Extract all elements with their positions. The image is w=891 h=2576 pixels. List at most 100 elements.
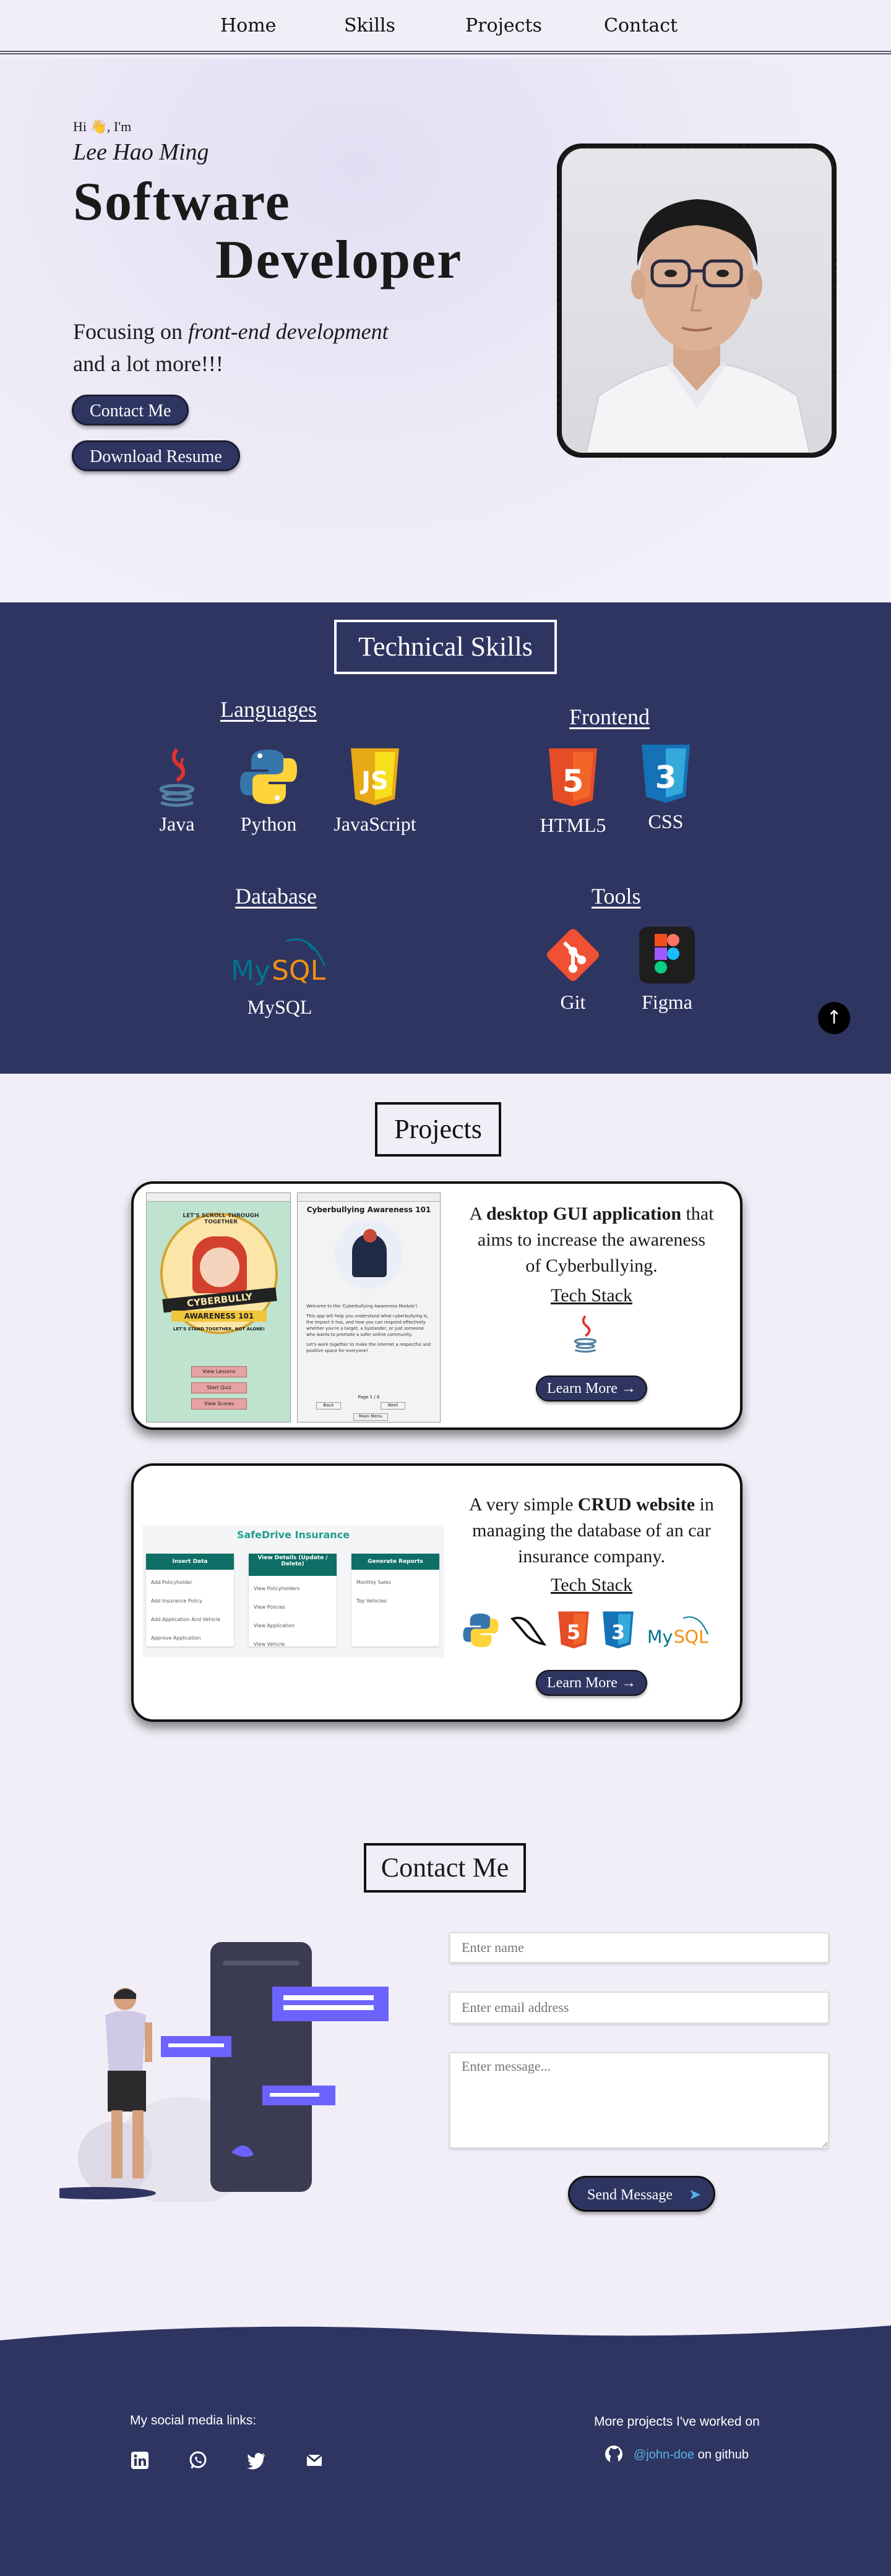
project-screenshot-safedrive: SafeDrive Insurance Insert Data Add Poli… (142, 1525, 444, 1658)
project-card-cyberbullying: LET'S SCROLL THROUGH TOGETHER CYBERBULLY… (131, 1181, 742, 1430)
project-description: A desktop GUI application that aims to i… (468, 1201, 715, 1279)
hero-title-line2: Developer (215, 230, 463, 290)
safedrive-title: SafeDrive Insurance (236, 1529, 350, 1541)
message-textarea[interactable] (449, 2052, 829, 2149)
lesson-title: Cyberbullying Awareness 101 (306, 1205, 431, 1214)
view-lessons-button: View Lessons (191, 1366, 247, 1377)
svg-text:5: 5 (567, 1622, 580, 1644)
github-link[interactable]: @john-doe on github (634, 2448, 749, 2462)
github-icon[interactable] (604, 2444, 624, 2464)
start-quiz-button: Start Quiz (191, 1382, 247, 1393)
html5-icon: 5 (558, 1611, 589, 1649)
mysql-icon: My SQL (227, 929, 332, 991)
poster-main2: AWARENESS 101 (171, 1311, 267, 1322)
nav-home-link[interactable]: Home (220, 15, 276, 36)
send-label: Send Message (587, 2187, 673, 2203)
git-icon (542, 924, 604, 986)
nav-contact-link[interactable]: Contact (604, 15, 678, 36)
contact-me-button[interactable]: Contact Me (72, 395, 189, 426)
category-database: Database (235, 884, 317, 909)
lesson-page: Page 1 / 6 (358, 1395, 380, 1400)
col-row: Add Application And Vehicle (151, 1617, 221, 1622)
col-row: Approve Application (151, 1635, 201, 1641)
learn-more-button[interactable]: Learn More → (536, 1376, 647, 1401)
lesson-body1: This app will help you understand what c… (306, 1314, 429, 1337)
flask-icon (510, 1616, 547, 1646)
send-message-button[interactable]: Send Message ➤ (568, 2176, 716, 2212)
skill-mysql: My SQL MySQL (218, 929, 342, 1019)
skill-label: CSS (648, 810, 684, 832)
name-input[interactable] (449, 1932, 829, 1963)
skills-section: Technical Skills Languages Frontend Data… (0, 602, 891, 1074)
col-head: View Details (Update / Delete) (249, 1554, 337, 1576)
col-row: Add Insurance Policy (151, 1598, 202, 1604)
svg-text:5: 5 (562, 763, 584, 799)
twitter-icon[interactable] (246, 2450, 266, 2470)
java-icon (146, 746, 208, 808)
tech-stack-icons: 5 3 My SQL (462, 1608, 721, 1653)
arrow-up-icon: ↑ (826, 1007, 842, 1029)
lesson-welcome: Welcome to the 'Cyberbullying Awareness … (306, 1304, 418, 1309)
download-resume-button[interactable]: Download Resume (72, 440, 240, 471)
desc-prefix: A very simple (469, 1494, 578, 1515)
col-row: Top Vehicles (356, 1598, 387, 1604)
col-row: View Policies (254, 1604, 286, 1610)
contact-illustration (37, 1942, 394, 2208)
html5-icon: 5 (542, 747, 604, 809)
skill-figma: Figma (605, 924, 729, 1014)
poster-sub: LET'S STAND TOGETHER, NOT ALONE! (173, 1327, 265, 1332)
col-insert: Insert Data Add Policyholder Add Insuran… (146, 1554, 234, 1646)
nav-projects-link[interactable]: Projects (465, 15, 542, 36)
col-row: View Application (254, 1623, 295, 1628)
linkedin-icon[interactable] (130, 2450, 150, 2470)
css3-icon: 3 (603, 1611, 634, 1649)
scroll-top-button[interactable]: ↑ (818, 1002, 850, 1034)
category-frontend: Frontend (569, 704, 650, 729)
view-scores-button: View Scores (191, 1398, 247, 1410)
email-icon[interactable] (304, 2450, 324, 2470)
focus-suffix: and a lot more!!! (73, 351, 223, 376)
python-icon (463, 1613, 499, 1648)
whatsapp-icon[interactable] (188, 2450, 208, 2470)
tech-stack-label: Tech Stack (550, 1575, 632, 1595)
svg-text:3: 3 (655, 760, 677, 795)
col-head: Generate Reports (351, 1554, 439, 1570)
poster-top-text: LET'S SCROLL THROUGH TOGETHER (183, 1213, 259, 1225)
project-screenshot-lesson: Cyberbullying Awareness 101 Welcome to t… (297, 1192, 441, 1423)
lesson-main-menu-button: Main Menu (353, 1413, 388, 1421)
top-nav: Home Skills Projects Contact (0, 0, 891, 54)
python-icon (238, 746, 299, 808)
javascript-icon: JS (344, 746, 406, 808)
java-icon (567, 1314, 604, 1353)
lesson-body2: Let's work together to make the internet… (306, 1342, 431, 1353)
hero-focus-text: Focusing on front-end development and a … (73, 315, 506, 380)
focus-emphasis: front-end development (188, 319, 389, 344)
desc-bold: CRUD website (577, 1494, 695, 1515)
email-input[interactable] (449, 1992, 829, 2024)
hero-greeting: Hi 👋, I'm (73, 119, 132, 134)
github-suffix: on github (694, 2448, 749, 2462)
col-row: Add Policyholder (151, 1580, 192, 1585)
send-icon: ➤ (688, 2186, 702, 2203)
skill-label: JavaScript (334, 813, 416, 835)
col-reports: Generate Reports Monthly Sales Top Vehic… (351, 1554, 439, 1646)
category-languages: Languages (220, 697, 317, 722)
hero-name: Lee Hao Ming (73, 139, 209, 165)
desc-bold: desktop GUI application (486, 1204, 682, 1224)
skill-label: Figma (642, 991, 692, 1013)
col-row: Monthly Sales (356, 1580, 391, 1585)
col-head: Insert Data (146, 1554, 234, 1570)
skill-label: MySQL (247, 996, 312, 1018)
skill-javascript: JS JavaScript (313, 746, 437, 836)
project-card-safedrive: SafeDrive Insurance Insert Data Add Poli… (131, 1463, 742, 1722)
category-tools: Tools (592, 884, 641, 909)
skill-css: 3 CSS (604, 743, 728, 833)
social-label: My social media links: (130, 2413, 257, 2428)
profile-photo-frame (557, 143, 837, 458)
github-username[interactable]: @john-doe (634, 2448, 694, 2462)
contact-title: Contact Me (364, 1843, 526, 1893)
focus-prefix: Focusing on (73, 319, 189, 344)
skill-label: Python (240, 813, 297, 835)
learn-more-button[interactable]: Learn More → (536, 1670, 647, 1696)
nav-skills-link[interactable]: Skills (344, 15, 395, 36)
